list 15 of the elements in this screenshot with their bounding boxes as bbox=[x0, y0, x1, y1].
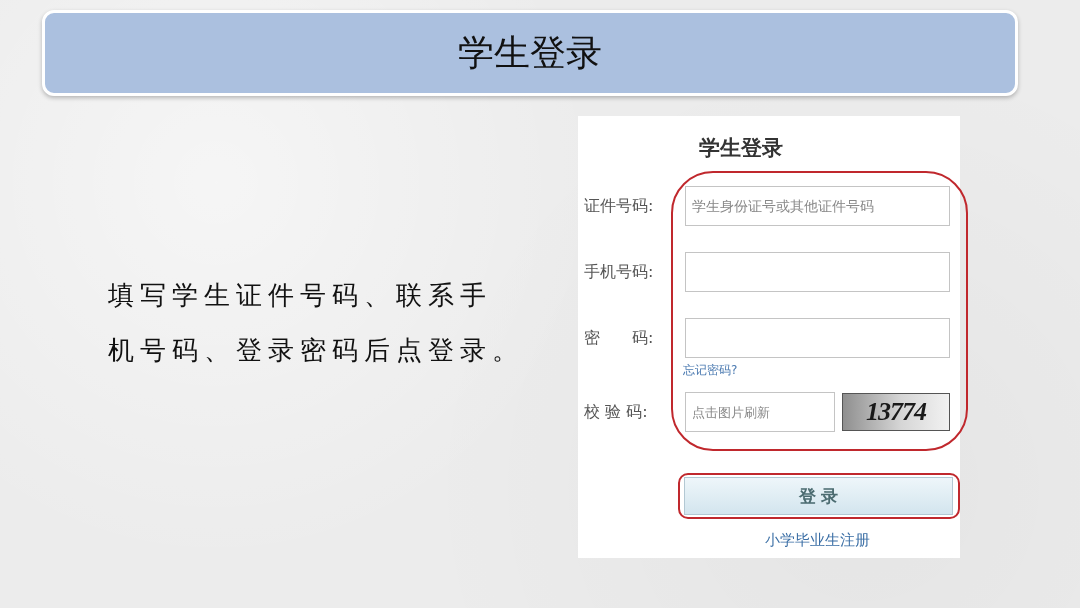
captcha-field[interactable]: 点击图片刷新 bbox=[685, 392, 835, 432]
captcha-image[interactable]: 13774 bbox=[842, 393, 950, 431]
field-label: 证件号码: bbox=[584, 195, 655, 217]
password-field[interactable] bbox=[685, 318, 950, 358]
instruction-text: 填写学生证件号码、联系手 机号码、登录密码后点登录。 bbox=[108, 279, 524, 367]
register-link[interactable]: 小学毕业生注册 bbox=[685, 531, 950, 549]
field-label: 密 码: bbox=[584, 327, 655, 349]
input-field[interactable]: 学生身份证号或其他证件号码 bbox=[685, 186, 950, 226]
field-label: 手机号码: bbox=[584, 261, 655, 283]
form-title: 学生登录 bbox=[699, 136, 783, 160]
field-label: 校 验 码: bbox=[584, 401, 649, 423]
slide-title: 学生登录 bbox=[458, 31, 602, 75]
input-field[interactable] bbox=[685, 252, 950, 292]
forgot-password-link[interactable]: 忘记密码? bbox=[683, 362, 738, 378]
login-button[interactable]: 登 录 bbox=[684, 477, 953, 515]
